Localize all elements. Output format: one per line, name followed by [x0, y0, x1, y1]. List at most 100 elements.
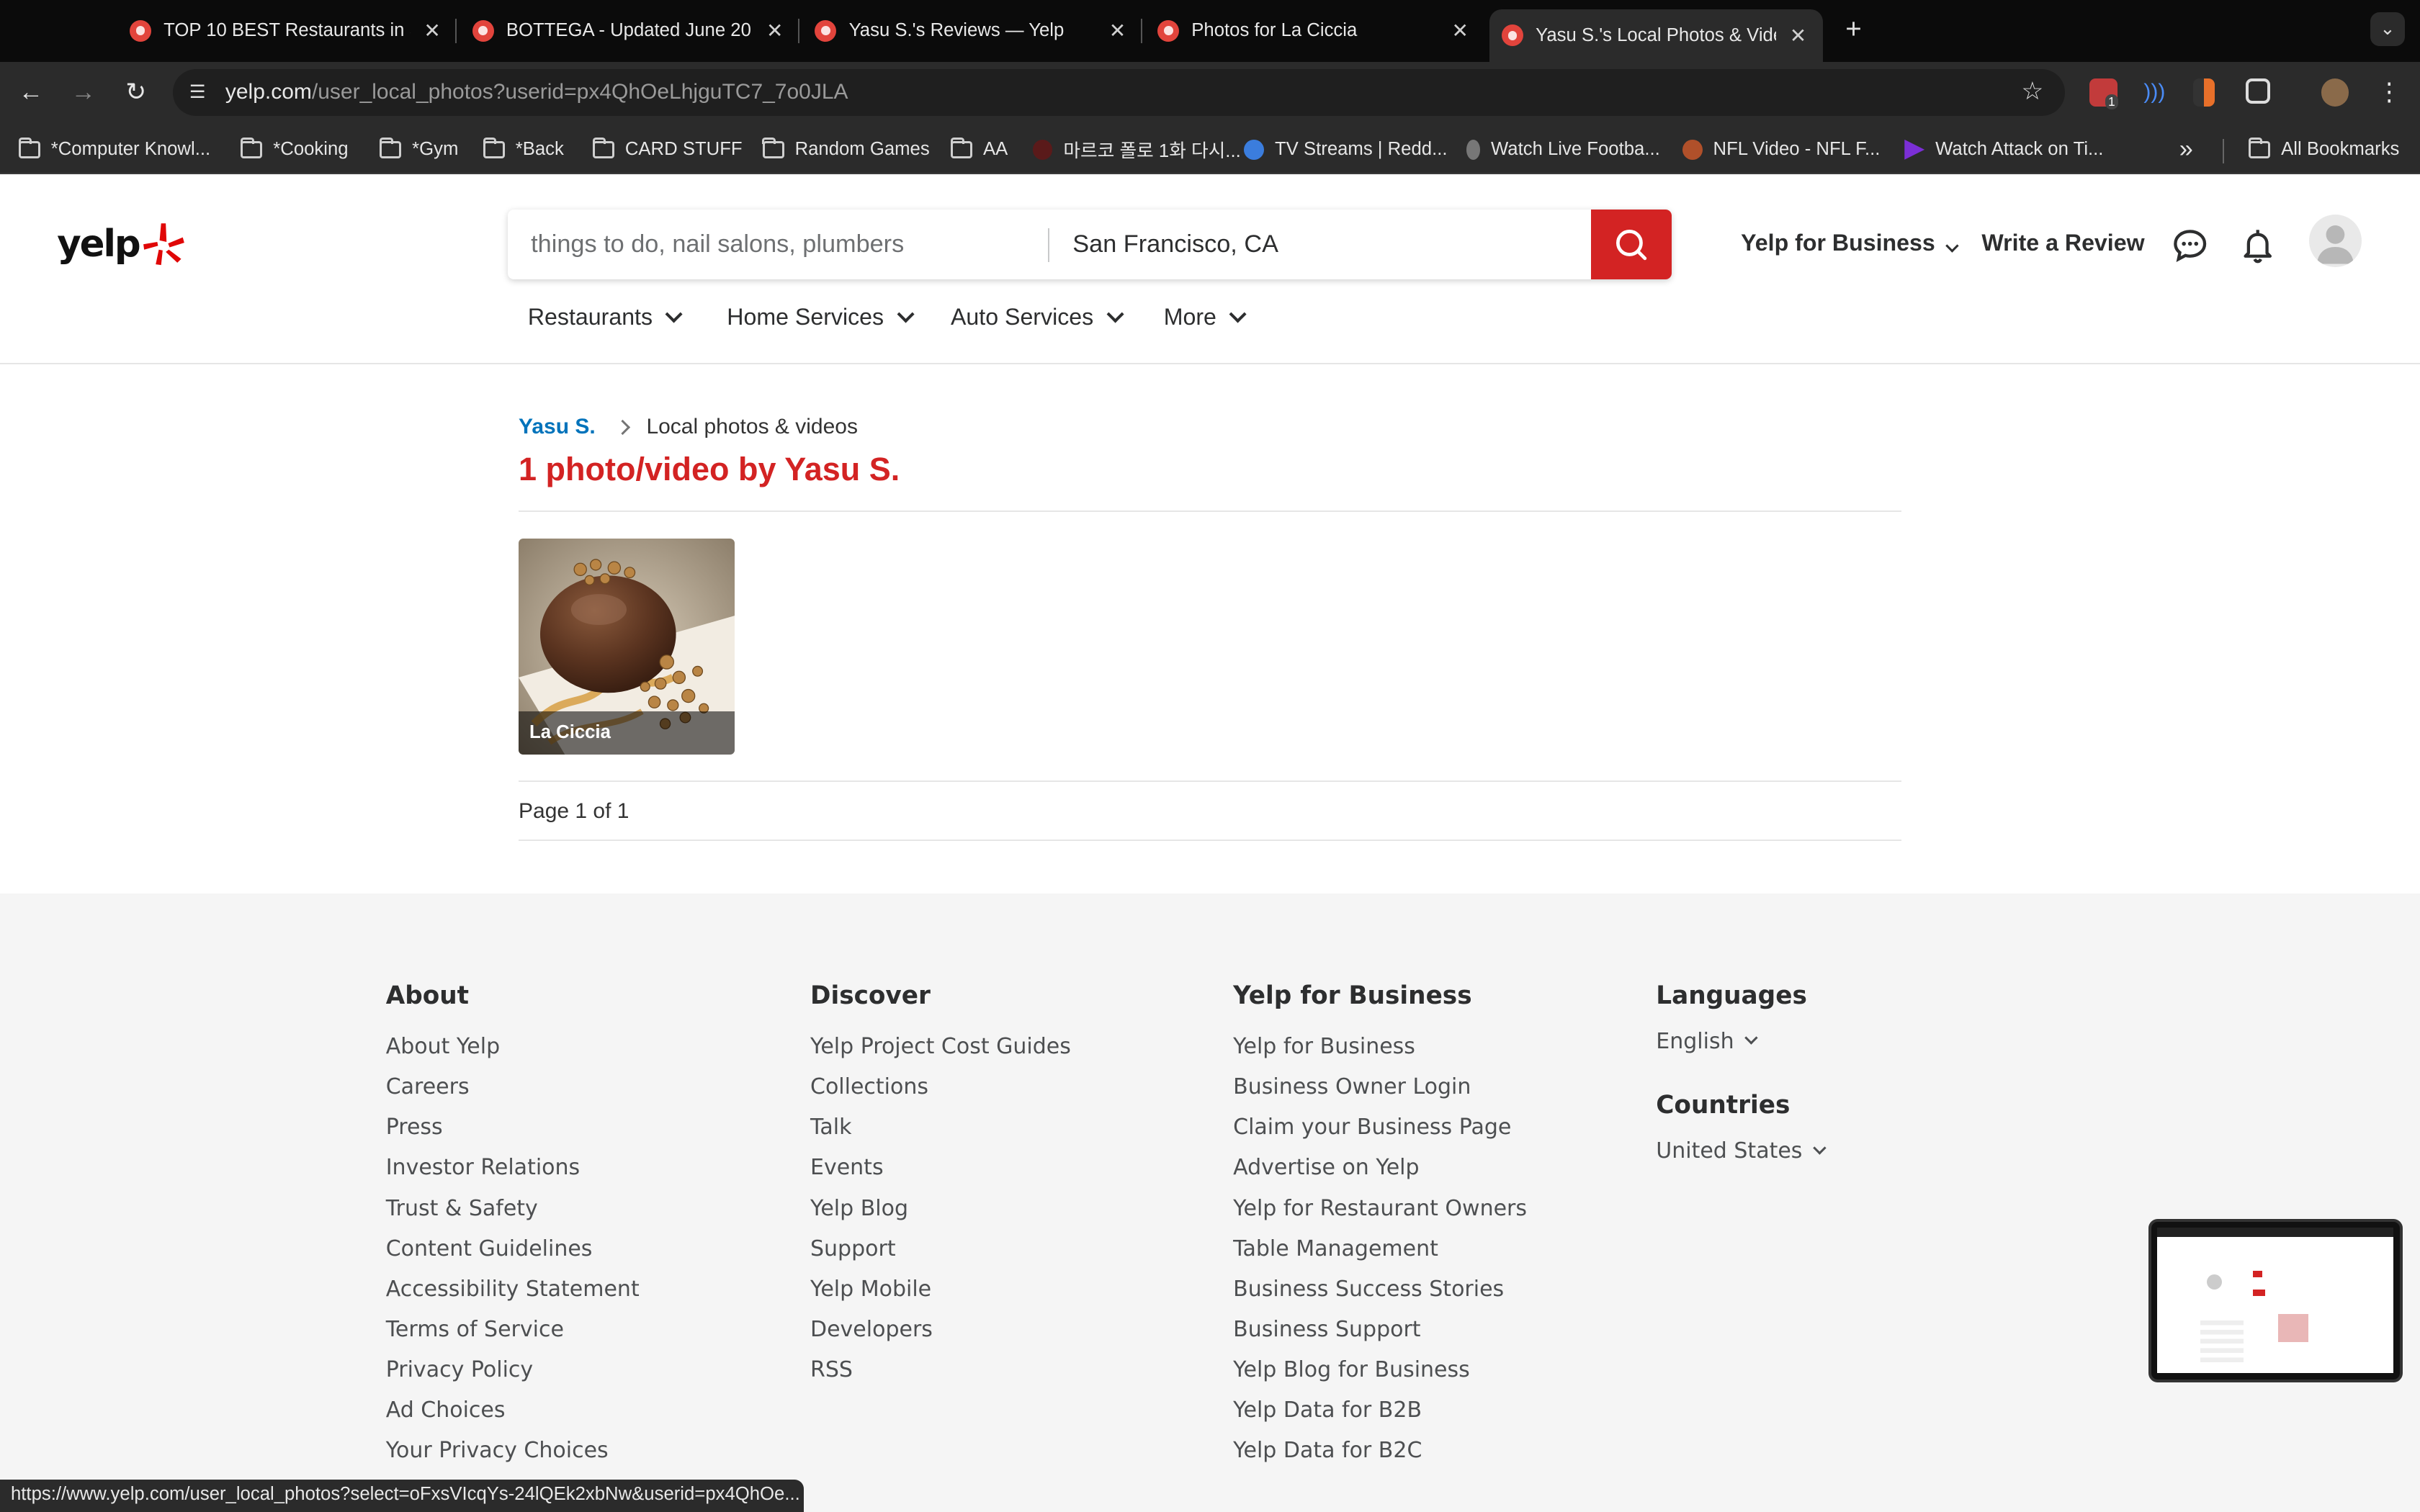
pip-preview — [2157, 1228, 2394, 1373]
footer-link[interactable]: Yelp Project Cost Guides — [810, 1033, 1071, 1074]
footer-link[interactable]: Yelp Mobile — [810, 1276, 1071, 1316]
bookmark-folder[interactable]: *Back — [483, 136, 564, 164]
language-select[interactable]: English — [1656, 1029, 1824, 1054]
close-icon[interactable]: ✕ — [763, 19, 787, 42]
footer-link[interactable]: RSS — [810, 1356, 1071, 1397]
tab-2[interactable]: BOTTEGA - Updated June 20 ✕ — [472, 9, 787, 53]
site-info-icon[interactable]: ☰ — [185, 80, 210, 104]
footer-link[interactable]: Your Privacy Choices — [386, 1437, 640, 1477]
footer-link[interactable]: Careers — [386, 1074, 640, 1114]
url-host: yelp.com — [225, 80, 312, 104]
all-bookmarks-button[interactable]: All Bookmarks — [2248, 136, 2399, 164]
bookmark-folder[interactable]: *Gym — [379, 136, 458, 164]
extensions-puzzle-icon[interactable] — [2245, 78, 2271, 104]
footer-link[interactable]: Developers — [810, 1316, 1071, 1356]
back-icon[interactable]: ← — [12, 74, 49, 111]
footer-link[interactable]: Advertise on Yelp — [1233, 1154, 1527, 1194]
address-bar[interactable]: ☰ yelp.com/user_local_photos?userid=px4Q… — [173, 69, 2066, 116]
location-input[interactable] — [1049, 210, 1590, 279]
close-icon[interactable]: ✕ — [420, 19, 444, 42]
footer-link[interactable]: Events — [810, 1154, 1071, 1194]
yelp-for-business-menu[interactable]: Yelp for Business — [1741, 230, 1959, 256]
bookmark-folder[interactable]: *Computer Knowl... — [18, 136, 210, 164]
nav-label: Auto Services — [951, 304, 1094, 330]
url-text[interactable]: yelp.com/user_local_photos?userid=px4QhO… — [225, 80, 848, 104]
footer-link[interactable]: Yelp Blog — [810, 1195, 1071, 1236]
tab-search-button[interactable]: ⌄ — [2370, 12, 2405, 47]
footer-column-about: About About Yelp Careers Press Investor … — [386, 981, 640, 1478]
footer-link[interactable]: Privacy Policy — [386, 1356, 640, 1397]
profile-avatar-icon[interactable] — [2321, 78, 2349, 107]
bookmark-folder[interactable]: Random Games — [762, 136, 930, 164]
footer-link[interactable]: Yelp Data for B2B — [1233, 1397, 1527, 1437]
search-button[interactable] — [1591, 210, 1672, 279]
photo-thumbnail[interactable]: La Ciccia — [519, 538, 735, 755]
bookmark-link[interactable]: TV Streams | Redd... — [1244, 136, 1448, 164]
extension-adblock-icon[interactable]: 1 — [2089, 78, 2118, 109]
notifications-bell-icon[interactable] — [2239, 227, 2276, 264]
footer-link[interactable]: About Yelp — [386, 1033, 640, 1074]
user-avatar[interactable] — [2308, 214, 2362, 267]
new-tab-button[interactable]: + — [1837, 12, 1870, 46]
bookmark-folder[interactable]: *Cooking — [241, 136, 349, 164]
footer-link[interactable]: Yelp Data for B2C — [1233, 1437, 1527, 1477]
footer-link[interactable]: Ad Choices — [386, 1397, 640, 1437]
footer-link[interactable]: Business Support — [1233, 1316, 1527, 1356]
picture-in-picture-window[interactable] — [2148, 1218, 2403, 1382]
footer-link[interactable]: Collections — [810, 1074, 1071, 1114]
breadcrumb-user-link[interactable]: Yasu S. — [519, 415, 596, 439]
footer-link[interactable]: Content Guidelines — [386, 1236, 640, 1276]
footer-link[interactable]: Investor Relations — [386, 1154, 640, 1194]
extension-icon[interactable] — [2193, 78, 2215, 107]
footer-link[interactable]: Claim your Business Page — [1233, 1114, 1527, 1154]
search-input[interactable] — [508, 210, 1048, 279]
footer-link[interactable]: Yelp for Business — [1233, 1033, 1527, 1074]
footer-link[interactable]: Terms of Service — [386, 1316, 640, 1356]
bookmarks-overflow-button[interactable]: » — [2179, 135, 2193, 164]
footer-link[interactable]: Yelp Blog for Business — [1233, 1356, 1527, 1397]
footer-link[interactable]: Business Owner Login — [1233, 1074, 1527, 1114]
yelp-logo[interactable]: yelp — [57, 220, 186, 266]
tab-divider — [1140, 18, 1142, 43]
nav-auto-services[interactable]: Auto Services — [951, 304, 1124, 330]
tab-1[interactable]: TOP 10 BEST Restaurants in S ✕ — [130, 9, 444, 53]
bookmark-link[interactable]: 마르코 폴로 1화 다시... — [1032, 136, 1241, 164]
bookmark-folder[interactable]: CARD STUFF — [592, 136, 743, 164]
browser-menu-icon[interactable]: ⋮ — [2370, 74, 2407, 111]
close-icon[interactable]: ✕ — [1448, 19, 1472, 42]
footer: About About Yelp Careers Press Investor … — [0, 893, 2420, 1512]
bookmark-link[interactable]: Watch Attack on Ti... — [1904, 136, 2103, 164]
footer-link[interactable]: Support — [810, 1236, 1071, 1276]
footer-link[interactable]: Yelp for Restaurant Owners — [1233, 1195, 1527, 1236]
close-icon[interactable]: ✕ — [1105, 19, 1129, 42]
nav-home-services[interactable]: Home Services — [727, 304, 915, 330]
write-review-link[interactable]: Write a Review — [1981, 230, 2144, 256]
nav-more[interactable]: More — [1164, 304, 1247, 330]
footer-link[interactable]: Accessibility Statement — [386, 1276, 640, 1316]
bookmark-folder[interactable]: AA — [950, 136, 1008, 164]
nav-label: Restaurants — [527, 304, 653, 330]
yelp-favicon-icon — [815, 19, 837, 42]
footer-link[interactable]: Trust & Safety — [386, 1195, 640, 1236]
site-icon — [1682, 139, 1703, 160]
bookmark-star-icon[interactable]: ☆ — [2021, 77, 2043, 106]
footer-link[interactable]: Press — [386, 1114, 640, 1154]
extension-audio-icon[interactable]: ))) — [2141, 78, 2169, 107]
tab-3[interactable]: Yasu S.'s Reviews — Yelp ✕ — [815, 9, 1129, 53]
footer-link[interactable]: Talk — [810, 1114, 1071, 1154]
nav-restaurants[interactable]: Restaurants — [527, 304, 684, 330]
reload-icon[interactable]: ↻ — [117, 74, 154, 111]
bookmark-label: NFL Video - NFL F... — [1713, 139, 1881, 160]
bookmark-link[interactable]: NFL Video - NFL F... — [1682, 136, 1881, 164]
messages-icon[interactable] — [2172, 227, 2208, 264]
tab-4[interactable]: Photos for La Ciccia ✕ — [1157, 9, 1472, 53]
footer-link[interactable]: Table Management — [1233, 1236, 1527, 1276]
bookmark-link[interactable]: Watch Live Footba... — [1466, 136, 1660, 164]
forward-icon[interactable]: → — [65, 74, 102, 111]
close-icon[interactable]: ✕ — [1785, 24, 1810, 48]
footer-link[interactable]: Business Success Stories — [1233, 1276, 1527, 1316]
tab-5-active[interactable]: Yasu S.'s Local Photos & Vide ✕ — [1489, 9, 1823, 62]
footer-heading: Countries — [1656, 1090, 1791, 1120]
country-select[interactable]: United States — [1656, 1138, 1827, 1164]
yelp-burst-icon — [143, 223, 184, 266]
